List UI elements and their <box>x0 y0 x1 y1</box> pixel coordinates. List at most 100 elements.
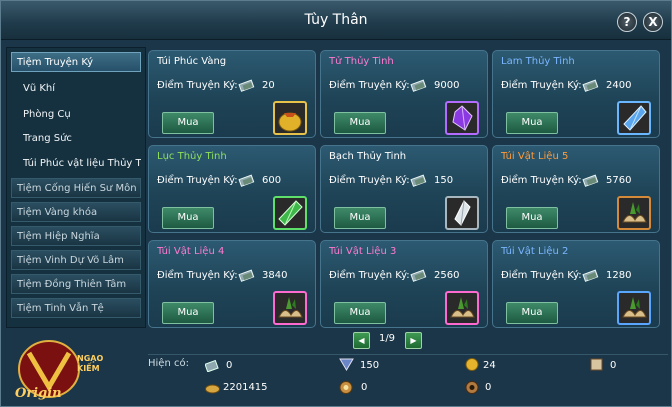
shop-item-card: Túi Phúc Vàng Điểm Truyện Ký: 20 Mua <box>148 50 316 138</box>
truyen-ky-point-icon <box>582 269 599 282</box>
truyen-ky-point-icon <box>410 269 427 282</box>
price-label: Điểm Truyện Ký: <box>157 80 238 91</box>
buy-button[interactable]: Mua <box>162 302 214 324</box>
sidebar-item-hiep-nghia[interactable]: Tiệm Hiệp Nghĩa <box>11 226 141 246</box>
buy-button[interactable]: Mua <box>506 302 558 324</box>
material-bag-icon[interactable] <box>617 291 651 325</box>
price-label: Điểm Truyện Ký: <box>157 270 238 281</box>
sidebar-item-tinh-van-te[interactable]: Tiệm Tinh Vẫn Tệ <box>11 298 141 318</box>
sidebar-item-vang-khoa[interactable]: Tiệm Vàng khóa <box>11 202 141 222</box>
price-label: Điểm Truyện Ký: <box>157 175 238 186</box>
currency-gold-value: 24 <box>483 360 496 371</box>
shop-item-card: Bạch Thủy Tinh Điểm Truyện Ký: 150 Mua <box>320 145 488 233</box>
buy-button[interactable]: Mua <box>162 207 214 229</box>
shop-item-card: Túi Vật Liệu 2 Điểm Truyện Ký: 1280 Mua <box>492 240 660 328</box>
item-price: 1280 <box>606 270 632 281</box>
green-crystal-icon[interactable] <box>273 196 307 230</box>
scroll-icon <box>589 358 604 371</box>
sidebar-sub-tui-phuc-vat-lieu[interactable]: Túi Phúc vật liệu Thủy Tin <box>11 154 141 174</box>
shop-item-grid: Túi Phúc Vàng Điểm Truyện Ký: 20 Mua Tử Thủy… <box>148 50 668 328</box>
item-price: 5760 <box>606 175 632 186</box>
shop-item-card: Túi Vật Liệu 3 Điểm Truyện Ký: 2560 Mua <box>320 240 488 328</box>
svg-text:Origin: Origin <box>15 386 62 401</box>
price-label: Điểm Truyện Ký: <box>329 175 410 186</box>
help-button[interactable]: ? <box>617 12 637 32</box>
window-title: Tùy Thân <box>304 12 368 28</box>
item-price: 2560 <box>434 270 460 281</box>
sidebar-item-tiem-truyen-ky[interactable]: Tiệm Truyện Ký <box>11 52 141 72</box>
shop-item-card: Túi Vật Liệu 4 Điểm Truyện Ký: 3840 Mua <box>148 240 316 328</box>
truyen-ky-point-icon <box>238 269 255 282</box>
item-price: 600 <box>262 175 282 186</box>
currency-medal-value: 0 <box>361 382 368 393</box>
blue-crystal-icon[interactable] <box>617 101 651 135</box>
truyen-ky-point-icon <box>410 174 427 187</box>
shop-item-card: Lam Thủy Tinh Điểm Truyện Ký: 2400 Mua <box>492 50 660 138</box>
shop-item-card: Lục Thủy Tinh Điểm Truyện Ký: 600 Mua <box>148 145 316 233</box>
price-label: Điểm Truyện Ký: <box>329 270 410 281</box>
honor-badge-icon <box>339 358 354 371</box>
price-label: Điểm Truyện Ký: <box>501 270 582 281</box>
buy-button[interactable]: Mua <box>334 207 386 229</box>
sidebar-item-cong-hien-su-mon[interactable]: Tiệm Cống Hiến Sư Môn <box>11 178 141 198</box>
svg-text:NGẠO: NGẠO <box>77 354 103 363</box>
logo: Origin NGẠO KIẾM <box>9 331 119 403</box>
divider <box>148 354 668 355</box>
item-price: 2400 <box>606 80 632 91</box>
sidebar-sub-trang-suc[interactable]: Trang Sức <box>11 129 141 149</box>
buy-button[interactable]: Mua <box>506 207 558 229</box>
title-bar[interactable]: Tùy Thân ? X <box>1 1 671 40</box>
shop-item-card: Túi Vật Liệu 5 Điểm Truyện Ký: 5760 Mua <box>492 145 660 233</box>
item-name: Lục Thủy Tinh <box>157 151 227 162</box>
currency-scroll-value: 0 <box>610 360 617 371</box>
white-crystal-icon[interactable] <box>445 196 479 230</box>
item-name: Túi Vật Liệu 3 <box>329 246 397 257</box>
truyen-ky-point-icon <box>238 79 255 92</box>
material-bag-icon[interactable] <box>445 291 479 325</box>
item-price: 20 <box>262 80 275 91</box>
item-name: Túi Vật Liệu 2 <box>501 246 569 257</box>
price-label: Điểm Truyện Ký: <box>501 175 582 186</box>
prev-page-button[interactable]: ◀ <box>353 332 370 349</box>
buy-button[interactable]: Mua <box>334 302 386 324</box>
material-bag-icon[interactable] <box>617 196 651 230</box>
close-button[interactable]: X <box>643 12 663 32</box>
buy-button[interactable]: Mua <box>334 112 386 134</box>
item-name: Túi Phúc Vàng <box>157 56 227 67</box>
item-name: Tử Thủy Tinh <box>329 56 394 67</box>
medal-icon <box>339 381 354 394</box>
currency-money-value: 2201415 <box>223 382 268 393</box>
price-label: Điểm Truyện Ký: <box>329 80 410 91</box>
item-price: 9000 <box>434 80 460 91</box>
shop-item-card: Tử Thủy Tinh Điểm Truyện Ký: 9000 Mua <box>320 50 488 138</box>
silver-ingot-icon <box>205 381 220 394</box>
currency-bronze-value: 0 <box>485 382 492 393</box>
inventory-shop-window: Tùy Thân ? X Tiệm Truyện Ký Vũ Khí Phòng… <box>0 0 672 407</box>
shop-category-sidebar: Tiệm Truyện Ký Vũ Khí Phòng Cụ Trang Sức… <box>6 47 146 328</box>
item-name: Túi Vật Liệu 4 <box>157 246 225 257</box>
item-name: Bạch Thủy Tinh <box>329 151 407 162</box>
origin-logo-icon: Origin NGẠO KIẾM <box>15 340 103 401</box>
truyen-ky-point-icon <box>238 174 255 187</box>
purple-crystal-icon[interactable] <box>445 101 479 135</box>
truyen-ky-point-icon <box>582 79 599 92</box>
currency-honor-value: 150 <box>360 360 380 371</box>
item-price: 3840 <box>262 270 288 281</box>
gold-coin-icon <box>465 358 480 371</box>
currency-label: Hiện có: <box>148 358 189 369</box>
sidebar-sub-phong-cu[interactable]: Phòng Cụ <box>11 105 141 125</box>
sidebar-item-vinh-du-vo-lam[interactable]: Tiệm Vinh Dự Võ Lâm <box>11 250 141 270</box>
sidebar-sub-vu-khi[interactable]: Vũ Khí <box>11 79 141 99</box>
material-bag-icon[interactable] <box>273 291 307 325</box>
buy-button[interactable]: Mua <box>162 112 214 134</box>
price-label: Điểm Truyện Ký: <box>501 80 582 91</box>
sidebar-item-dong-thien-tam[interactable]: Tiệm Đồng Thiên Tâm <box>11 274 141 294</box>
next-page-button[interactable]: ▶ <box>405 332 422 349</box>
page-indicator: 1/9 <box>378 333 396 344</box>
truyen-ky-point-icon <box>410 79 427 92</box>
item-name: Túi Vật Liệu 5 <box>501 151 569 162</box>
buy-button[interactable]: Mua <box>506 112 558 134</box>
gold-bag-icon[interactable] <box>273 101 307 135</box>
item-name: Lam Thủy Tinh <box>501 56 575 67</box>
truyen-ky-point-icon <box>582 174 599 187</box>
